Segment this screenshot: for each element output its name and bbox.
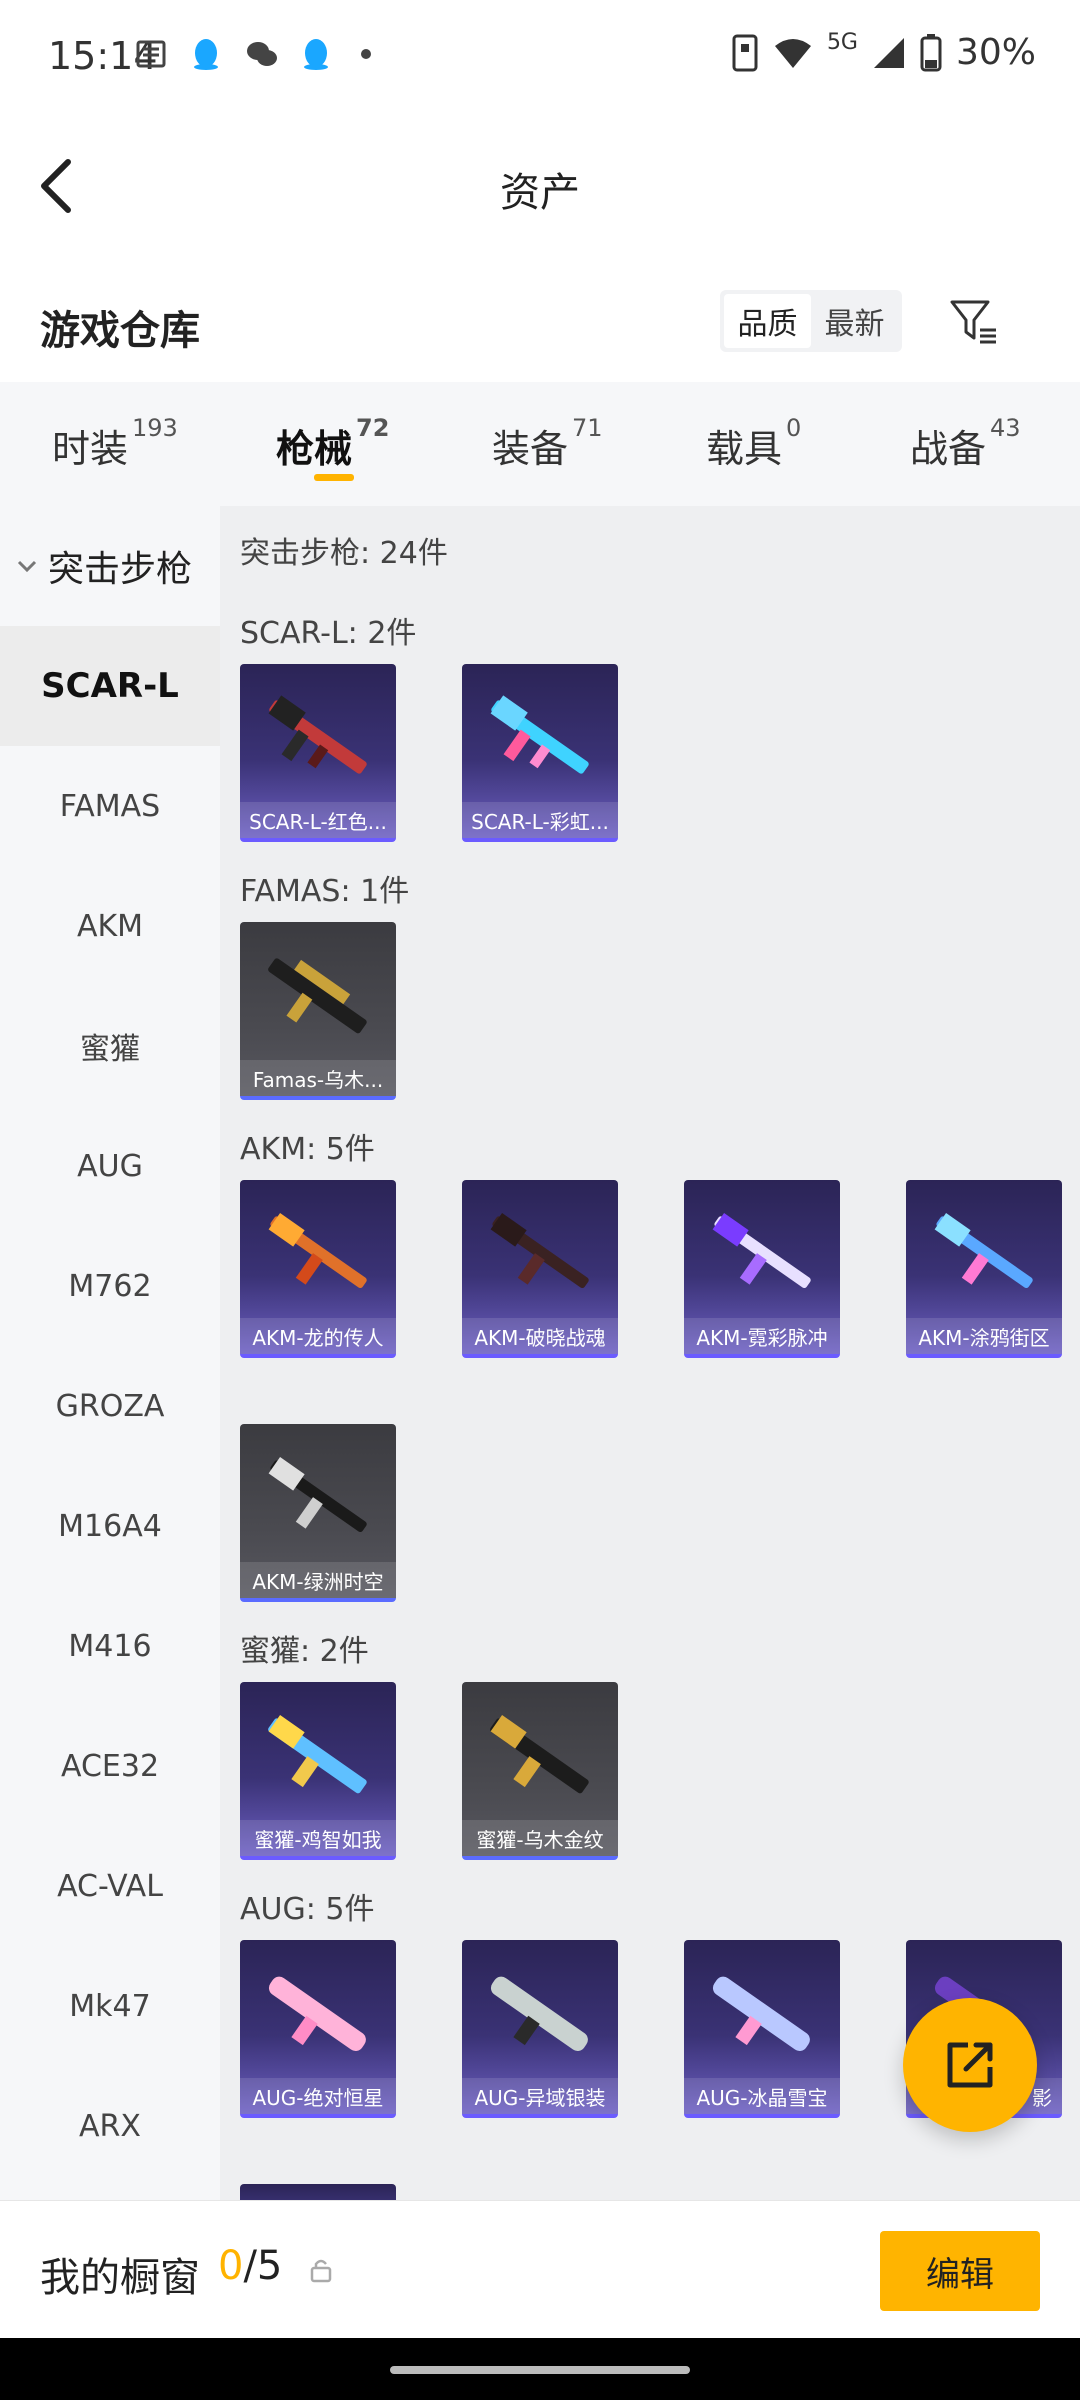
- section-title: AKM: 5件: [240, 1132, 375, 1167]
- rifle-icon: [268, 1715, 367, 1794]
- qq-icon: [304, 39, 328, 70]
- weapon-card[interactable]: AUG-异域银装: [462, 1940, 618, 2118]
- rifle-icon: [268, 958, 367, 1034]
- signal-icon: [873, 37, 904, 68]
- rifle-icon: [934, 1213, 1033, 1289]
- rifle-icon: [268, 1457, 367, 1533]
- sidebar-item-aug[interactable]: AUG: [0, 1106, 220, 1226]
- battery-level: 30%: [955, 32, 1036, 73]
- tab-vehicles[interactable]: 载具 0: [706, 414, 801, 473]
- sort-quality-button[interactable]: 品质: [724, 294, 811, 348]
- weapon-card[interactable]: 蜜獾-鸡智如我: [240, 1682, 396, 1860]
- warehouse-title: 游戏仓库: [40, 308, 200, 354]
- showcase-label: 我的橱窗: [40, 2255, 200, 2301]
- weapon-grid: 突击步枪: 24件 SCAR-L: 2件 SCAR-L-红色... SCAR-L…: [220, 506, 1080, 2200]
- category-title: 突击步枪: 24件: [240, 536, 448, 571]
- sidebar-item-akm[interactable]: AKM: [0, 866, 220, 986]
- external-link-icon: [947, 2042, 993, 2088]
- sidebar-item-m16a4[interactable]: M16A4: [0, 1466, 220, 1586]
- weapon-card[interactable]: AKM-破晓战魂: [462, 1180, 618, 1358]
- rifle-icon: [712, 1976, 810, 2051]
- sidebar-item-m762[interactable]: M762: [0, 1226, 220, 1346]
- sidebar-item-scar-l[interactable]: SCAR-L: [0, 626, 220, 746]
- sidebar-item-m416[interactable]: M416: [0, 1586, 220, 1706]
- sort-toggle: 品质 最新: [720, 290, 902, 352]
- weapon-card[interactable]: AUG-绝对恒星: [240, 1940, 396, 2118]
- filter-icon[interactable]: [948, 296, 1000, 348]
- section-title: FAMAS: 1件: [240, 874, 410, 909]
- share-button[interactable]: [903, 1998, 1037, 2132]
- weapon-card[interactable]: SCAR-L-彩虹...: [462, 664, 618, 842]
- active-tab-indicator: [314, 474, 354, 481]
- weapon-card[interactable]: Famas-乌木...: [240, 922, 396, 1100]
- weapon-card[interactable]: AKM-涂鸦街区: [906, 1180, 1062, 1358]
- sidebar-item-ace32[interactable]: ACE32: [0, 1706, 220, 1826]
- status-bar: 15:14 5G 30%: [0, 0, 1080, 116]
- weapon-card[interactable]: SCAR-L-红色...: [240, 664, 396, 842]
- rifle-icon: [712, 1213, 811, 1289]
- weapon-card-partial[interactable]: [240, 2184, 396, 2200]
- wifi-icon: [774, 38, 811, 68]
- sidebar-item-groza[interactable]: GROZA: [0, 1346, 220, 1466]
- sidebar-item-mk47[interactable]: Mk47: [0, 1946, 220, 2066]
- weapon-card[interactable]: 蜜獾-乌木金纹: [462, 1682, 618, 1860]
- rifle-icon: [490, 1976, 588, 2051]
- rifle-icon: [490, 1213, 589, 1289]
- qq-icon: [194, 39, 218, 70]
- weapon-card[interactable]: AUG-冰晶雪宝: [684, 1940, 840, 2118]
- tab-fashion[interactable]: 时装 193: [52, 414, 178, 473]
- sidebar-item-honey-badger[interactable]: 蜜獾: [0, 986, 220, 1106]
- tab-combat-gear[interactable]: 战备 43: [910, 414, 1021, 473]
- page-title: 资产: [500, 170, 580, 216]
- rifle-icon: [268, 695, 367, 774]
- rifle-icon: [268, 1213, 367, 1289]
- sort-newest-button[interactable]: 最新: [811, 294, 898, 348]
- showcase-count: 0/5: [218, 2243, 283, 2289]
- warehouse-header: 游戏仓库 品质 最新: [0, 256, 1080, 382]
- app-header: 资产: [0, 116, 1080, 256]
- sidebar-item-famas[interactable]: FAMAS: [0, 746, 220, 866]
- section-title: 蜜獾: 2件: [240, 1634, 369, 1669]
- sidebar-item-arx[interactable]: ARX: [0, 2066, 220, 2186]
- weapon-card[interactable]: AKM-龙的传人: [240, 1180, 396, 1358]
- rifle-icon: [490, 695, 589, 774]
- edit-button[interactable]: 编辑: [880, 2231, 1040, 2311]
- rifle-icon: [490, 1715, 589, 1794]
- system-nav-bar: [0, 2338, 1080, 2400]
- category-tabs: 时装 193 枪械 72 装备 71 载具 0 战备 43: [0, 382, 1080, 506]
- weapon-card[interactable]: AKM-绿洲时空: [240, 1424, 396, 1602]
- battery-icon: [920, 33, 942, 71]
- tab-weapons[interactable]: 枪械 72: [276, 414, 389, 473]
- network-type: 5G: [826, 30, 858, 55]
- section-title: SCAR-L: 2件: [240, 616, 417, 651]
- gesture-handle[interactable]: [390, 2366, 690, 2374]
- chevron-down-icon: [17, 560, 37, 573]
- section-title: AUG: 5件: [240, 1892, 375, 1927]
- sidebar-group-assault-rifles[interactable]: 突击步枪: [0, 506, 220, 626]
- wechat-icon: [247, 42, 277, 66]
- sidebar-item-ac-val[interactable]: AC-VAL: [0, 1826, 220, 1946]
- rifle-icon: [268, 1976, 366, 2051]
- showcase-bar: 我的橱窗 0/5 编辑: [0, 2200, 1080, 2338]
- weapon-card[interactable]: AKM-霓彩脉冲: [684, 1180, 840, 1358]
- more-notifications-icon: [361, 49, 371, 59]
- lock-icon: [310, 2259, 332, 2283]
- tab-equipment[interactable]: 装备 71: [492, 414, 603, 473]
- news-icon: [136, 40, 166, 68]
- weapon-sidebar: 突击步枪 SCAR-L FAMAS AKM 蜜獾 AUG M762 GROZA …: [0, 506, 220, 2200]
- vibrate-icon: [732, 34, 758, 71]
